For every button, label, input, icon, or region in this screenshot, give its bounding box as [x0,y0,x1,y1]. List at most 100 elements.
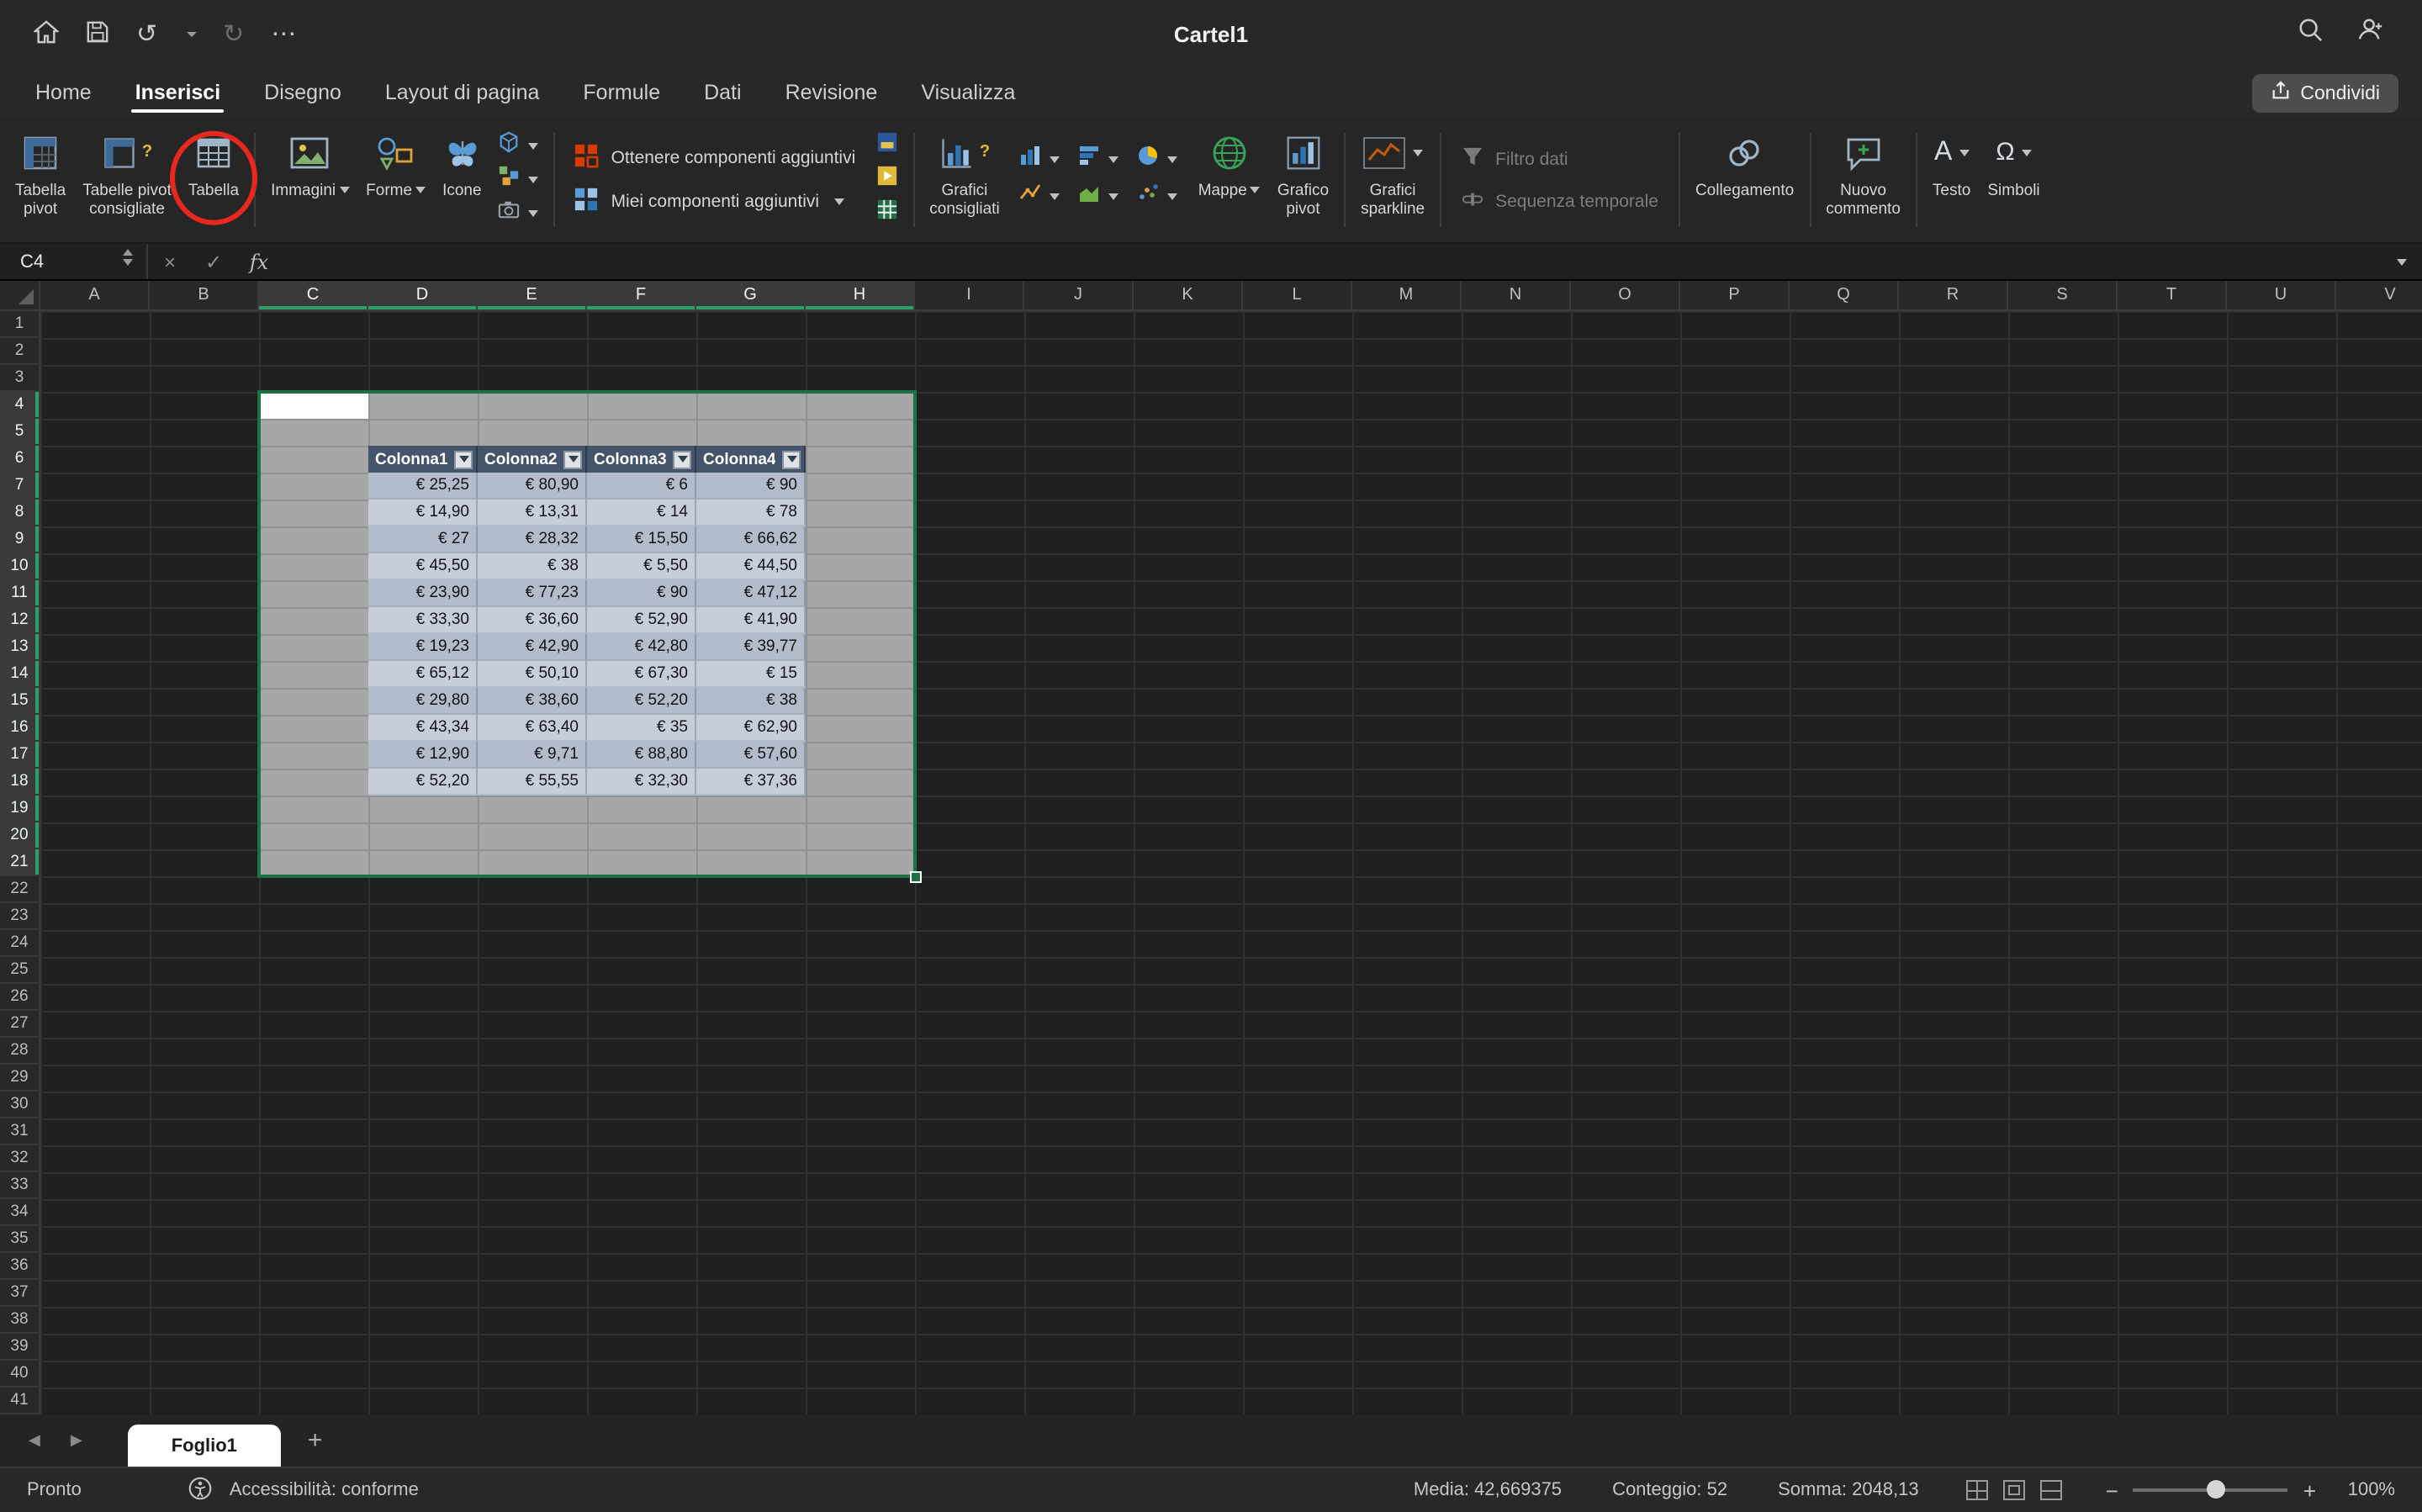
tab-layout-di-pagina[interactable]: Layout di pagina [363,67,562,118]
tab-formule[interactable]: Formule [561,67,682,118]
select-all-corner[interactable] [0,281,40,309]
home-icon[interactable] [34,19,59,48]
cancel-icon[interactable]: × [148,250,192,273]
row-header-10[interactable]: 10 [0,553,39,580]
row-header-13[interactable]: 13 [0,634,39,661]
sheet-tab-foglio1[interactable]: Foglio1 [128,1425,281,1467]
row-header-26[interactable]: 26 [0,984,39,1011]
table-cell[interactable]: € 5,50 [587,553,696,580]
tab-disegno[interactable]: Disegno [242,67,363,118]
table-cell[interactable]: € 23,90 [368,580,478,607]
row-header-12[interactable]: 12 [0,607,39,634]
insert-function-icon[interactable]: fx [235,250,283,273]
column-chart-button[interactable] [1017,146,1064,173]
table-cell[interactable]: € 45,50 [368,553,478,580]
new-comment-button[interactable]: Nuovo commento [1817,119,1909,241]
selection-range[interactable]: Colonna1Colonna2Colonna3Colonna4 € 25,25… [259,392,915,876]
pivot-table-button[interactable]: Tabella pivot [7,119,74,241]
column-header-S[interactable]: S [2008,281,2118,309]
row-header-41[interactable]: 41 [0,1388,39,1414]
table-cell[interactable]: € 80,90 [478,473,587,500]
table-cell[interactable]: € 15,50 [587,526,696,553]
row-header-25[interactable]: 25 [0,957,39,984]
row-header-16[interactable]: 16 [0,715,39,742]
3d-models-button[interactable] [495,133,542,160]
column-header-E[interactable]: E [478,281,587,309]
row-header-39[interactable]: 39 [0,1334,39,1361]
accessibility-status[interactable]: Accessibilità: conforme [230,1480,419,1500]
table-cell[interactable]: € 52,90 [587,607,696,634]
filter-dropdown-button[interactable] [563,450,582,468]
table-cell[interactable]: € 43,34 [368,715,478,742]
table-cell[interactable]: € 63,40 [478,715,587,742]
table-cell[interactable]: € 52,20 [587,688,696,715]
filter-dropdown-button[interactable] [782,450,801,468]
search-icon[interactable] [2298,17,2323,50]
add-sheet-button[interactable]: + [281,1414,350,1467]
table-cell[interactable]: € 27 [368,526,478,553]
column-header-P[interactable]: P [1680,281,1790,309]
row-header-37[interactable]: 37 [0,1280,39,1307]
smartart-button[interactable] [495,167,542,193]
row-header-36[interactable]: 36 [0,1253,39,1280]
table-cell[interactable]: € 57,60 [696,742,806,769]
table-cell[interactable]: € 50,10 [478,661,587,688]
row-header-1[interactable]: 1 [0,311,39,338]
row-header-18[interactable]: 18 [0,769,39,796]
tab-dati[interactable]: Dati [682,67,763,118]
tab-revisione[interactable]: Revisione [764,67,900,118]
table-cell[interactable]: € 36,60 [478,607,587,634]
table-cell[interactable]: € 67,30 [587,661,696,688]
column-header-Q[interactable]: Q [1790,281,1899,309]
row-header-14[interactable]: 14 [0,661,39,688]
row-header-9[interactable]: 9 [0,526,39,553]
line-chart-button[interactable] [1017,183,1064,210]
table-cell[interactable]: € 88,80 [587,742,696,769]
row-header-33[interactable]: 33 [0,1172,39,1199]
row-header-35[interactable]: 35 [0,1226,39,1253]
table-cell[interactable]: € 25,25 [368,473,478,500]
row-header-5[interactable]: 5 [0,419,39,446]
table-cell[interactable]: € 62,90 [696,715,806,742]
row-header-4[interactable]: 4 [0,392,39,419]
add-person-icon[interactable] [2356,17,2385,50]
row-header-22[interactable]: 22 [0,876,39,903]
zoom-out-icon[interactable]: − [2106,1478,2118,1503]
table-cell[interactable]: € 52,20 [368,769,478,796]
table-cell[interactable]: € 14,90 [368,500,478,526]
table-cell[interactable]: € 44,50 [696,553,806,580]
zoom-slider[interactable] [2134,1488,2288,1492]
row-header-29[interactable]: 29 [0,1065,39,1092]
column-header-T[interactable]: T [2118,281,2227,309]
name-box-spinner[interactable] [123,249,133,266]
scatter-chart-button[interactable] [1134,183,1182,210]
column-header-L[interactable]: L [1243,281,1352,309]
addin-shortcut-3[interactable] [872,200,901,227]
row-header-31[interactable]: 31 [0,1118,39,1145]
page-break-view-icon[interactable] [2040,1480,2062,1500]
table-cell[interactable]: € 28,32 [478,526,587,553]
normal-view-icon[interactable] [1966,1480,1988,1500]
table-cell[interactable]: € 12,90 [368,742,478,769]
undo-icon[interactable]: ↺ [136,21,157,46]
table-cell[interactable]: € 78 [696,500,806,526]
column-header-N[interactable]: N [1462,281,1571,309]
table-cell[interactable]: € 39,77 [696,634,806,661]
table-cell[interactable]: € 38 [478,553,587,580]
table-cell[interactable]: € 47,12 [696,580,806,607]
next-sheet-icon[interactable]: ▶ [56,1414,98,1467]
enter-check-icon[interactable]: ✓ [192,250,235,273]
area-chart-button[interactable] [1076,183,1123,210]
save-icon[interactable] [86,19,109,48]
previous-sheet-icon[interactable]: ◀ [13,1414,56,1467]
table-button[interactable]: Tabella [180,119,247,241]
row-header-24[interactable]: 24 [0,930,39,957]
column-header-D[interactable]: D [368,281,478,309]
row-header-32[interactable]: 32 [0,1145,39,1172]
zoom-percentage[interactable]: 100% [2331,1480,2395,1500]
row-header-11[interactable]: 11 [0,580,39,607]
row-header-21[interactable]: 21 [0,849,39,876]
column-header-C[interactable]: C [259,281,368,309]
sheet-canvas[interactable]: Colonna1Colonna2Colonna3Colonna4 € 25,25… [40,311,2422,1414]
row-header-23[interactable]: 23 [0,903,39,930]
